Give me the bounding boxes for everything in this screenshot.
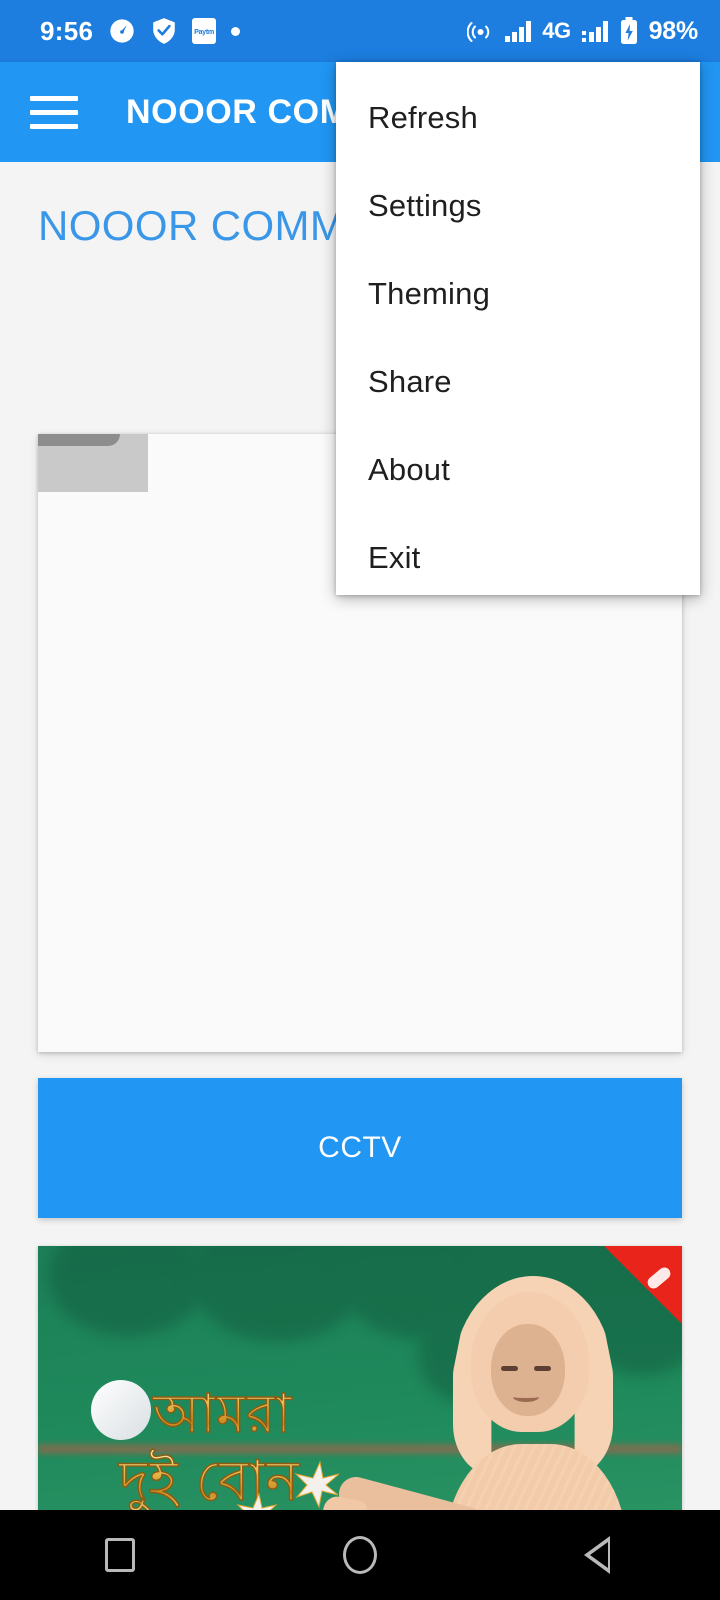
menu-item-theming[interactable]: Theming [336, 250, 700, 338]
menu-item-settings[interactable]: Settings [336, 162, 700, 250]
paytm-app-icon: Paytm [192, 18, 217, 44]
cctv-button[interactable]: CCTV [38, 1078, 682, 1218]
circle-icon [343, 1536, 377, 1574]
status-clock: 9:56 [40, 15, 94, 46]
paytm-label: Paytm [194, 26, 215, 36]
recents-button[interactable] [60, 1510, 180, 1600]
square-icon [105, 1538, 135, 1572]
bengali-title-svg: আমরা দুই বোন [91, 1380, 340, 1510]
status-bar-right: 4G 98% [467, 17, 698, 46]
hotspot-icon [467, 19, 494, 43]
android-navigation-bar [0, 1510, 720, 1600]
broken-image-placeholder-icon [38, 434, 148, 492]
overflow-menu[interactable]: Refresh Settings Theming Share About Exi… [336, 62, 700, 595]
speedometer-icon [108, 17, 136, 45]
red-corner-badge-icon [604, 1246, 682, 1324]
signal-bars-icon [504, 19, 532, 43]
menu-item-exit[interactable]: Exit [336, 514, 700, 602]
triangle-back-icon [584, 1536, 613, 1574]
menu-item-share[interactable]: Share [336, 338, 700, 426]
shield-check-icon [151, 17, 177, 45]
svg-text:আমরা: আমরা [152, 1382, 293, 1445]
phone-screen: 9:56 Paytm 4G 98% NOOOR NOOOR COMMUNICAT… [0, 0, 720, 1600]
home-button[interactable] [300, 1510, 420, 1600]
svg-text:দুই বোন: দুই বোন [118, 1449, 300, 1510]
network-type-label: 4G [542, 18, 571, 43]
hamburger-menu-icon[interactable] [30, 95, 78, 129]
sim2-signal-icon [581, 19, 609, 43]
menu-item-refresh[interactable]: Refresh [336, 74, 700, 162]
thumbnail-title-logo: আমরা দুই বোন [60, 1370, 390, 1510]
battery-percent-label: 98% [648, 16, 699, 45]
video-thumbnail-card[interactable]: আমরা দুই বোন Sumaiya Akter Chadni | Sura… [38, 1246, 682, 1510]
back-button[interactable] [540, 1510, 660, 1600]
status-bar-left: 9:56 Paytm [40, 15, 241, 47]
menu-item-about[interactable]: About [336, 426, 700, 514]
dot-indicator-icon [231, 26, 241, 36]
status-bar: 9:56 Paytm 4G 98% [0, 0, 720, 62]
battery-charging-icon [619, 17, 639, 45]
